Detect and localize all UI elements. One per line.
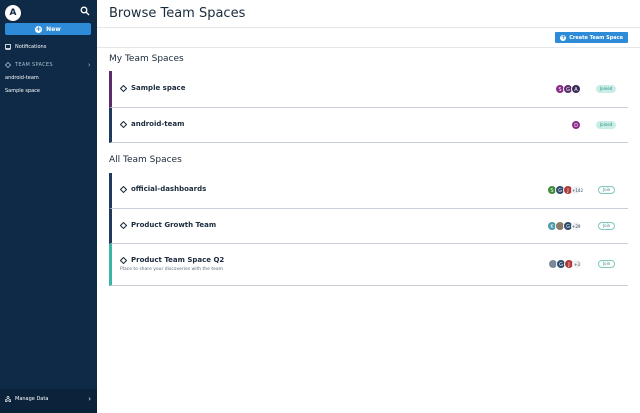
chevron-right-icon: › [87,61,91,69]
team-space-name[interactable]: Sample space [120,84,185,92]
sidebar-item-notifications[interactable]: Notifications [5,44,46,50]
team-space-name-label: Product Growth Team [131,221,217,229]
create-button-label: Create Team Space [569,34,623,41]
member-avatars: D [571,120,581,130]
sidebar-item-label: Manage Data [15,396,49,402]
sidebar-section-label: TEAM SPACES [15,62,53,68]
team-space-card-product-growth-team[interactable]: Product Growth Team K G +29 Join [109,209,628,244]
team-space-icon [120,256,127,264]
chevron-right-icon: › [88,395,91,403]
avatar: D [571,120,581,130]
plus-icon: + [560,33,567,41]
more-members-count: +142 [571,185,583,195]
page-title: Browse Team Spaces [109,6,246,21]
more-members-count: +29 [571,221,581,231]
member-avatars: K G +29 [547,221,581,231]
section-title-my-team-spaces: My Team Spaces [109,54,184,64]
team-space-name[interactable]: android-team [120,120,184,128]
sidebar-item-sample-space[interactable]: Sample space [5,88,40,94]
join-button[interactable]: Join [598,186,616,194]
team-space-name[interactable]: official-dashboards [120,185,206,193]
team-space-name-label: official-dashboards [131,185,207,193]
section-title-all-team-spaces: All Team Spaces [109,155,182,165]
joined-badge: Joined [596,85,617,93]
team-space-icon [120,120,127,128]
team-space-card-official-dashboards[interactable]: official-dashboards S G J +142 Join [109,173,628,209]
sidebar-item-android-team[interactable]: android-team [5,75,39,81]
team-space-card-sample-space[interactable]: Sample space S G A Joined [109,71,628,108]
team-spaces-icon [5,62,11,68]
team-space-name[interactable]: Product Growth Team [120,221,216,229]
team-space-name-label: Sample space [131,84,186,92]
sidebar-item-label: Notifications [15,44,47,50]
notifications-icon [5,44,11,50]
divider [97,47,640,48]
new-button-label: New [46,25,61,33]
team-space-name-label: Product Team Space Q2 [131,256,225,264]
member-avatars: G J +3 [548,259,582,269]
member-avatars: S G A [555,84,581,94]
sidebar-item-label: android-team [5,75,39,81]
member-avatars: S G J +142 [547,185,583,195]
search-icon[interactable] [80,6,90,16]
joined-badge: Joined [596,121,617,129]
main-content: Browse Team Spaces + Create Team Space M… [97,0,640,413]
join-button[interactable]: Join [598,222,616,230]
sidebar-item-manage-data[interactable]: Manage Data › [5,395,91,403]
sidebar: A + New Notifications TEAM SPACES › andr… [0,0,97,413]
sidebar-section-team-spaces[interactable]: TEAM SPACES › [5,61,91,69]
team-space-icon [120,185,127,193]
new-button[interactable]: + New [5,23,91,35]
team-space-name[interactable]: Product Team Space Q2 [120,256,224,264]
team-space-name-label: android-team [131,120,185,128]
plus-icon: + [35,24,43,33]
team-space-icon [120,221,127,229]
more-members-count: +3 [572,259,582,269]
page-header: Browse Team Spaces [97,0,640,28]
team-space-icon [120,84,127,92]
team-space-card-android-team[interactable]: android-team D Joined [109,108,628,143]
team-space-card-product-team-space-q2[interactable]: Product Team Space Q2 Place to share you… [109,244,628,286]
manage-data-icon [5,396,11,402]
create-team-space-button[interactable]: + Create Team Space [555,32,628,43]
sidebar-item-label: Sample space [5,88,41,94]
join-button[interactable]: Join [598,260,616,268]
logo-icon[interactable]: A [5,5,21,21]
avatar: A [571,84,581,94]
team-space-description: Place to share your discoveries with the… [120,267,224,272]
